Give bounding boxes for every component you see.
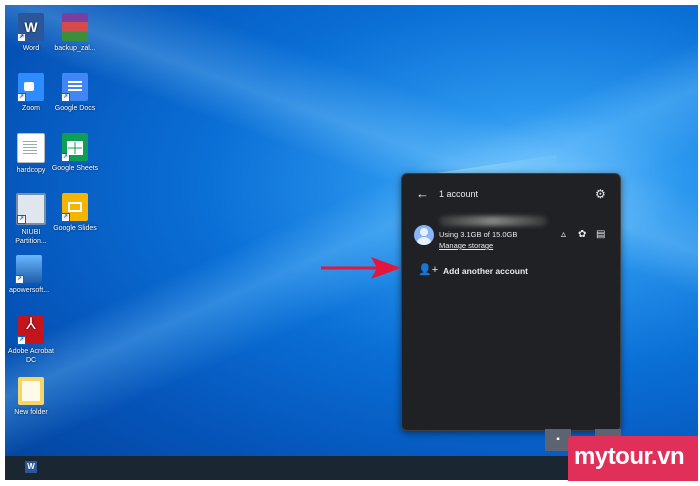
open-folder-icon[interactable]: ▤ [596, 229, 605, 240]
google-drive-icon[interactable]: ▵ [561, 229, 566, 240]
google-photos-icon[interactable]: ✿ [578, 229, 586, 240]
avatar [414, 225, 434, 245]
add-person-icon: 👤+ [418, 264, 439, 276]
google-docs-icon: ↗ [61, 73, 88, 102]
desktop-icon-label: Word [22, 45, 40, 52]
panel-title: 1 account [439, 189, 479, 199]
desktop-icon-google-docs[interactable]: ↗ Google Docs [51, 73, 99, 113]
desktop-icon-zoom[interactable]: ↗ Zoom [7, 73, 55, 113]
word-icon: W ↗ [17, 13, 44, 42]
google-sheets-icon: ↗ [61, 133, 88, 162]
desktop-icon-label: Google Docs [54, 105, 96, 112]
google-slides-icon: ↗ [61, 193, 88, 222]
desktop-icon-hardcopy[interactable]: hardcopy [7, 133, 55, 175]
desktop-icon-google-sheets[interactable]: ↗ Google Sheets [51, 133, 99, 173]
taskbar-word-icon[interactable]: W [25, 461, 37, 473]
desktop-icon-label: Google Slides [53, 225, 97, 232]
add-account-label: Add another account [443, 266, 529, 276]
back-arrow-icon[interactable]: ← [416, 186, 429, 201]
desktop-icon-new-folder[interactable]: New folder [7, 377, 55, 417]
watermark-text: mytour.vn [574, 443, 685, 470]
desktop-icon-label: Google Sheets [51, 165, 99, 172]
winrar-archive-icon [62, 13, 88, 41]
zoom-icon: ↗ [17, 73, 44, 102]
adobe-acrobat-icon: ↗ [17, 316, 44, 345]
red-arrow-annotation [321, 257, 401, 279]
desktop-icon-label: Adobe Acrobat DC [8, 348, 54, 364]
folder-icon [18, 377, 44, 405]
desktop-icon-niubi[interactable]: ↗ NIUBI Partition... [7, 193, 55, 246]
desktop-icon-apowersoft[interactable]: ↗ apowersoft... [5, 255, 53, 295]
desktop-icon-label: backup_zal... [54, 45, 96, 52]
add-another-account-button[interactable]: 👤+ Add another account [402, 259, 620, 281]
desktop-icon-label: NIUBI Partition... [15, 229, 47, 245]
desktop-icon-label: hardcopy [16, 167, 46, 174]
desktop-icon-backup[interactable]: backup_zal... [51, 13, 99, 53]
watermark: mytour.vn [568, 436, 698, 481]
desktop-icon-label: New folder [14, 409, 48, 416]
desktop-icon-word[interactable]: W ↗ Word [7, 13, 55, 53]
niubi-partition-icon: ↗ [16, 193, 46, 225]
storage-usage-text: Using 3.1GB of 15.0GB [439, 230, 518, 239]
desktop-icon-label: apowersoft... [8, 287, 50, 294]
desktop-icon-google-slides[interactable]: ↗ Google Slides [51, 193, 99, 233]
desktop: W ↗ Word backup_zal... ↗ Zoom ↗ Google Do… [5, 5, 698, 480]
google-drive-account-panel: ← 1 account ⚙ Using 3.1GB of 15.0GB Mana… [401, 173, 621, 431]
manage-storage-link[interactable]: Manage storage [439, 241, 493, 250]
desktop-icon-adobe-acrobat[interactable]: ↗ Adobe Acrobat DC [7, 316, 55, 365]
apowersoft-icon: ↗ [15, 255, 42, 284]
desktop-icon-label: Zoom [22, 105, 40, 112]
gear-icon[interactable]: ⚙ [595, 187, 606, 201]
blurred-email [439, 216, 547, 226]
document-icon [17, 133, 45, 163]
